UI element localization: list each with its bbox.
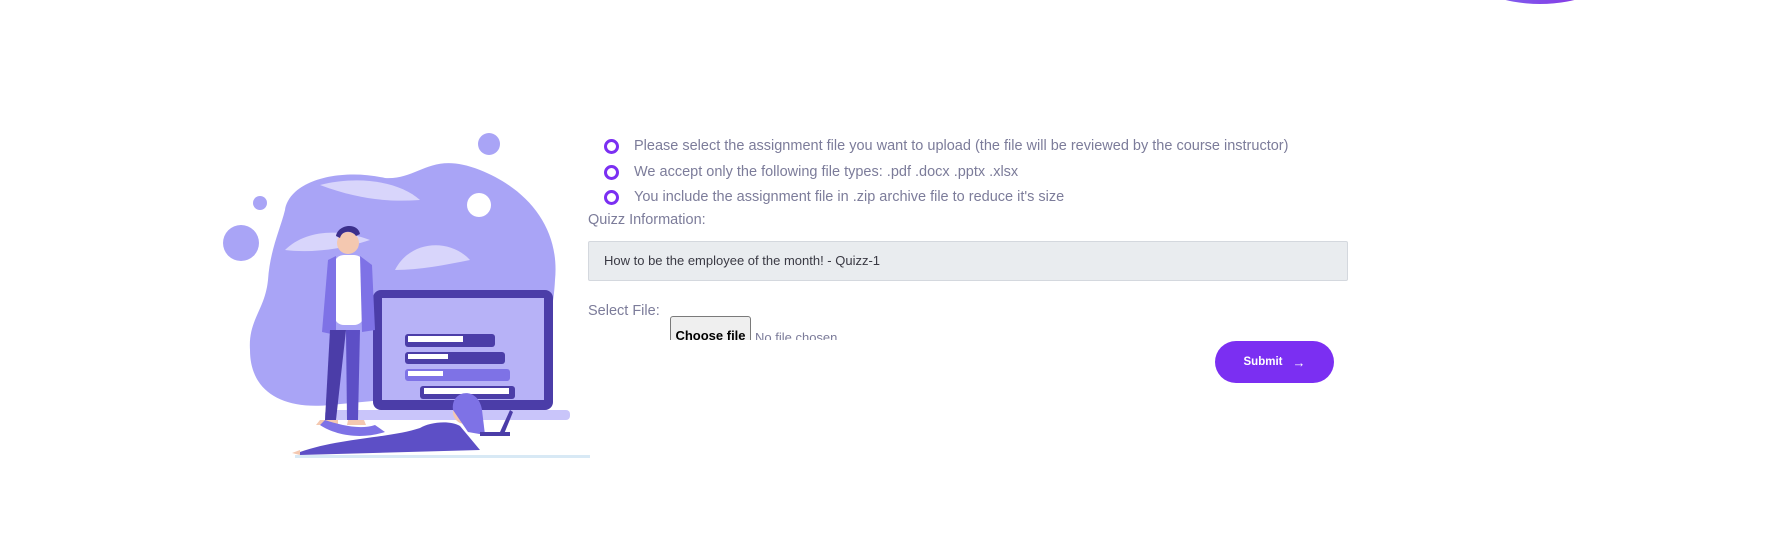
file-input[interactable]: Choose file No file chosen [670,316,910,340]
choose-file-button[interactable]: Choose file [670,316,751,340]
instruction-item: Please select the assignment file you wa… [604,134,1288,160]
submit-button[interactable]: Submit → [1215,341,1334,383]
select-file-label: Select File: [588,303,660,319]
bullet-ring-icon [604,164,619,180]
upload-illustration [223,133,590,458]
instruction-item: You include the assignment file in .zip … [604,185,1288,211]
bullet-ring-icon [604,139,619,154]
quiz-information-label: Quizz Information: [588,212,706,228]
bullet-ring-icon [604,190,619,205]
arrow-right-icon: → [1292,354,1306,370]
instruction-item: We accept only the following file types:… [604,160,1288,186]
upload-instructions-list: Please select the assignment file you wa… [604,134,1288,211]
submit-label: Submit [1243,356,1283,368]
quiz-information-field[interactable]: How to be the employee of the month! - Q… [588,241,1348,281]
decorative-header-blob [1470,0,1610,4]
no-file-chosen-text: No file chosen [755,330,838,340]
